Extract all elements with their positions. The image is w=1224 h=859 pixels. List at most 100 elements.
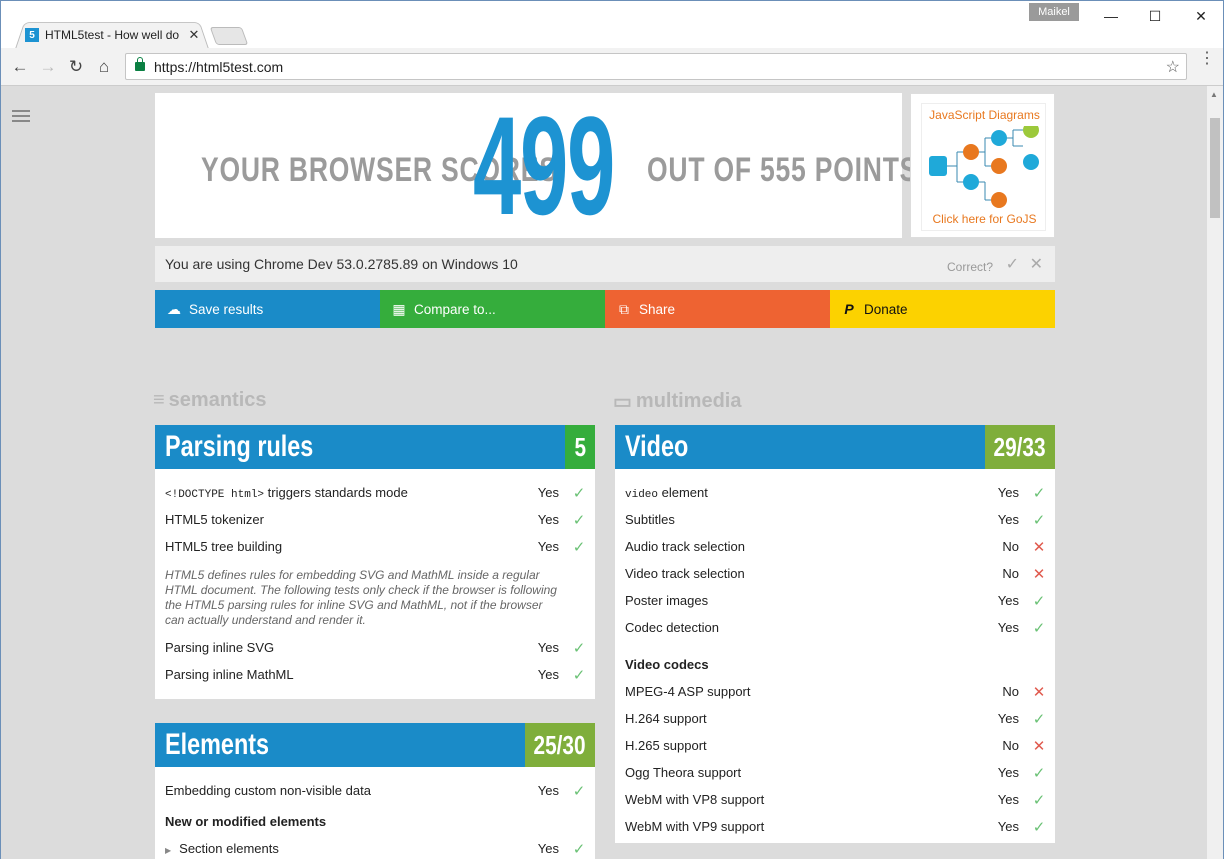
test-row[interactable]: Poster images Yes ✓ (615, 587, 1055, 614)
home-icon[interactable]: ⌂ (93, 56, 115, 78)
test-row[interactable]: H.264 support Yes ✓ (615, 705, 1055, 732)
test-result: Yes (997, 620, 1019, 635)
layers-icon: ≡ (153, 389, 165, 411)
test-row[interactable]: <!DOCTYPE html> triggers standards mode … (155, 479, 595, 506)
cross-icon: ✕ (1032, 538, 1046, 556)
test-row[interactable]: H.265 support No ✕ (615, 732, 1055, 759)
test-result: Yes (997, 593, 1019, 608)
film-icon: ▭ (613, 391, 632, 413)
section-header: Parsing rules 5 (155, 425, 595, 469)
ad-inner[interactable]: JavaScript Diagrams Click here for GoJS (921, 103, 1046, 231)
diagram-illustration (929, 126, 1039, 208)
menu-dots-icon[interactable]: ⋮ (1199, 51, 1215, 67)
bookmark-star-icon[interactable]: ☆ (1166, 57, 1180, 77)
maximize-icon[interactable]: ☐ (1135, 5, 1175, 27)
section-score-value: 5 (574, 431, 586, 462)
browser-toolbar: ← → ↻ ⌂ https://html5test.com ☆ ⋮ (1, 48, 1223, 86)
test-result: Yes (537, 539, 559, 554)
vertical-scrollbar[interactable]: ▲ (1207, 86, 1223, 859)
rows-list: video element Yes ✓ Subtitles Yes ✓ Audi… (615, 479, 1055, 840)
test-row[interactable]: WebM with VP8 support Yes ✓ (615, 786, 1055, 813)
test-label: H.264 support (625, 711, 707, 726)
share-icon: ⧉ (619, 300, 629, 317)
confirm-check-icon[interactable]: ✓ (1006, 254, 1019, 274)
test-label: H.265 support (625, 738, 707, 753)
test-result: Yes (997, 765, 1019, 780)
section-title: Video (625, 430, 689, 463)
test-label-text: element (658, 484, 708, 500)
grid-icon: ▦ (392, 300, 406, 317)
scrollbar-thumb[interactable] (1210, 118, 1220, 218)
url-text[interactable]: https://html5test.com (154, 59, 283, 75)
page-viewport: YOUR BROWSER SCORES 499 OUT OF 555 POINT… (1, 86, 1207, 859)
save-results-label: Save results (189, 301, 264, 317)
action-bar: ☁ Save results ▦ Compare to... ⧉ Share P… (155, 290, 1055, 328)
test-label: HTML5 tokenizer (165, 512, 264, 527)
share-button[interactable]: ⧉ Share (605, 290, 830, 328)
ad-title[interactable]: JavaScript Diagrams (922, 108, 1047, 122)
test-row[interactable]: WebM with VP9 support Yes ✓ (615, 813, 1055, 840)
section-score: 5 (565, 425, 595, 469)
hamburger-menu-icon[interactable] (12, 110, 30, 122)
test-row[interactable]: Parsing inline SVG Yes ✓ (155, 634, 595, 661)
section-score: 25/30 (525, 723, 595, 767)
tab-content[interactable]: 5 HTML5test - How well do ✕ (25, 25, 201, 45)
test-row[interactable]: Codec detection Yes ✓ (615, 614, 1055, 641)
check-icon: ✓ (572, 538, 586, 556)
test-label: Audio track selection (625, 539, 745, 554)
expand-triangle-icon[interactable]: ▶ (165, 846, 171, 855)
test-row[interactable]: Ogg Theora support Yes ✓ (615, 759, 1055, 786)
section-elements: Elements 25/30 Embedding custom non-visi… (155, 723, 595, 859)
test-result: Yes (537, 512, 559, 527)
test-row[interactable]: video element Yes ✓ (615, 479, 1055, 506)
detected-browser-text: You are using Chrome Dev 53.0.2785.89 on… (165, 256, 518, 272)
test-row[interactable]: ▶ Section elements Yes ✓ (155, 835, 595, 859)
check-icon: ✓ (572, 840, 586, 858)
cross-icon: ✕ (1032, 683, 1046, 701)
section-score-value: 25/30 (533, 729, 587, 760)
test-label-text: Section elements (179, 841, 279, 856)
test-row[interactable]: Parsing inline MathML Yes ✓ (155, 661, 595, 688)
tab-close-icon[interactable]: ✕ (187, 27, 201, 43)
ad-banner[interactable]: JavaScript Diagrams Click here for GoJS (910, 93, 1055, 238)
address-bar[interactable]: https://html5test.com ☆ (125, 53, 1187, 80)
share-label: Share (639, 301, 676, 317)
test-label[interactable]: ▶ Section elements (165, 841, 519, 856)
test-row[interactable]: HTML5 tokenizer Yes ✓ (155, 506, 595, 533)
donate-button[interactable]: P Donate (830, 290, 1055, 328)
profile-button[interactable]: Maikel (1029, 3, 1079, 21)
test-label: Ogg Theora support (625, 765, 742, 780)
score-value: 499 (473, 87, 615, 244)
save-results-button[interactable]: ☁ Save results (155, 290, 380, 328)
test-result: Yes (997, 819, 1019, 834)
html5-favicon-icon: 5 (25, 28, 39, 42)
donate-label: Donate (864, 301, 908, 317)
reject-x-icon[interactable]: ✕ (1030, 254, 1043, 274)
check-icon: ✓ (1032, 710, 1046, 728)
ad-cta-link[interactable]: Click here for GoJS (922, 212, 1047, 226)
reload-icon[interactable]: ↻ (65, 56, 87, 78)
test-row[interactable]: MPEG-4 ASP support No ✕ (615, 678, 1055, 705)
test-label: MPEG-4 ASP support (625, 684, 751, 699)
test-row[interactable]: Subtitles Yes ✓ (615, 506, 1055, 533)
back-arrow-icon[interactable]: ← (9, 56, 31, 78)
section-video: Video 29/33 video element Yes ✓ Subtitle… (615, 425, 1055, 843)
category-multimedia: ▭ multimedia (613, 389, 741, 414)
compare-button[interactable]: ▦ Compare to... (380, 290, 605, 328)
test-result: Yes (997, 792, 1019, 807)
tab-title: HTML5test - How well do (45, 28, 180, 42)
test-row[interactable]: Audio track selection No ✕ (615, 533, 1055, 560)
test-row[interactable]: Video track selection No ✕ (615, 560, 1055, 587)
test-row[interactable]: HTML5 tree building Yes ✓ (155, 533, 595, 560)
test-result: Yes (997, 711, 1019, 726)
test-label: WebM with VP9 support (625, 819, 765, 834)
new-tab-button[interactable] (209, 27, 249, 45)
test-result: Yes (537, 485, 559, 500)
test-row[interactable]: Embedding custom non-visible data Yes ✓ (155, 777, 595, 804)
cloud-upload-icon: ☁ (167, 300, 181, 317)
forward-arrow-icon[interactable]: → (37, 56, 59, 78)
scroll-up-icon[interactable]: ▲ (1210, 90, 1218, 99)
close-window-icon[interactable]: ✕ (1181, 5, 1221, 27)
minimize-icon[interactable]: — (1091, 5, 1131, 27)
test-result: Yes (537, 783, 559, 798)
